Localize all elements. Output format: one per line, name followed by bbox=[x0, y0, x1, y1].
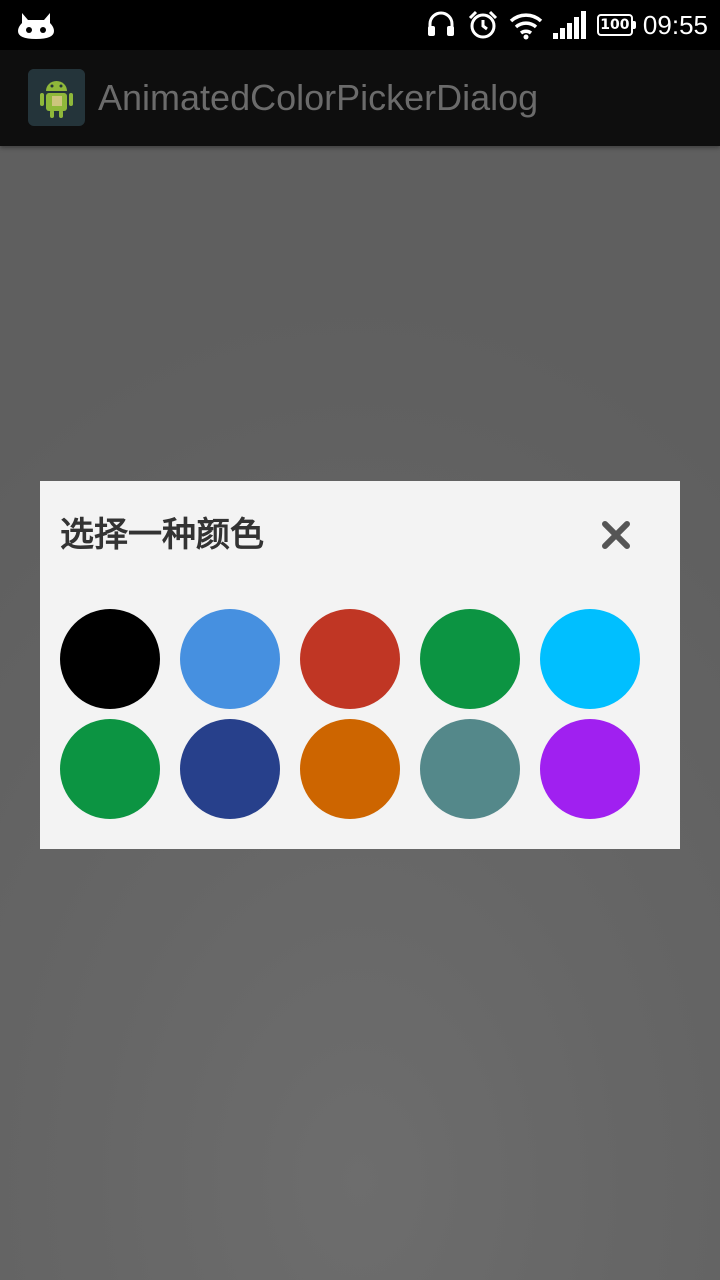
color-swatch[interactable] bbox=[540, 609, 640, 709]
color-swatch[interactable] bbox=[300, 609, 400, 709]
headset-icon bbox=[427, 11, 454, 36]
battery-icon: 100 bbox=[596, 14, 636, 36]
color-swatch[interactable] bbox=[60, 719, 160, 819]
app-launcher-icon[interactable] bbox=[28, 69, 85, 126]
color-swatch[interactable] bbox=[180, 719, 280, 819]
close-icon[interactable] bbox=[596, 515, 636, 555]
action-bar: AnimatedColorPickerDialog bbox=[0, 50, 720, 146]
color-swatch[interactable] bbox=[60, 609, 160, 709]
wifi-icon bbox=[509, 13, 543, 40]
color-swatch[interactable] bbox=[420, 719, 520, 819]
color-swatch[interactable] bbox=[180, 609, 280, 709]
app-title: AnimatedColorPickerDialog bbox=[98, 77, 539, 118]
alarm-icon bbox=[468, 10, 497, 39]
dialog-title: 选择一种颜色 bbox=[60, 515, 264, 555]
status-clock: 09:55 bbox=[642, 9, 708, 40]
android-cat-icon bbox=[18, 13, 54, 39]
color-picker-dialog: 选择一种颜色 bbox=[40, 481, 680, 849]
color-swatch[interactable] bbox=[300, 719, 400, 819]
status-bar: 100 09:55 bbox=[0, 0, 720, 50]
color-swatch[interactable] bbox=[420, 609, 520, 709]
signal-icon bbox=[552, 11, 586, 39]
color-swatch[interactable] bbox=[540, 719, 640, 819]
